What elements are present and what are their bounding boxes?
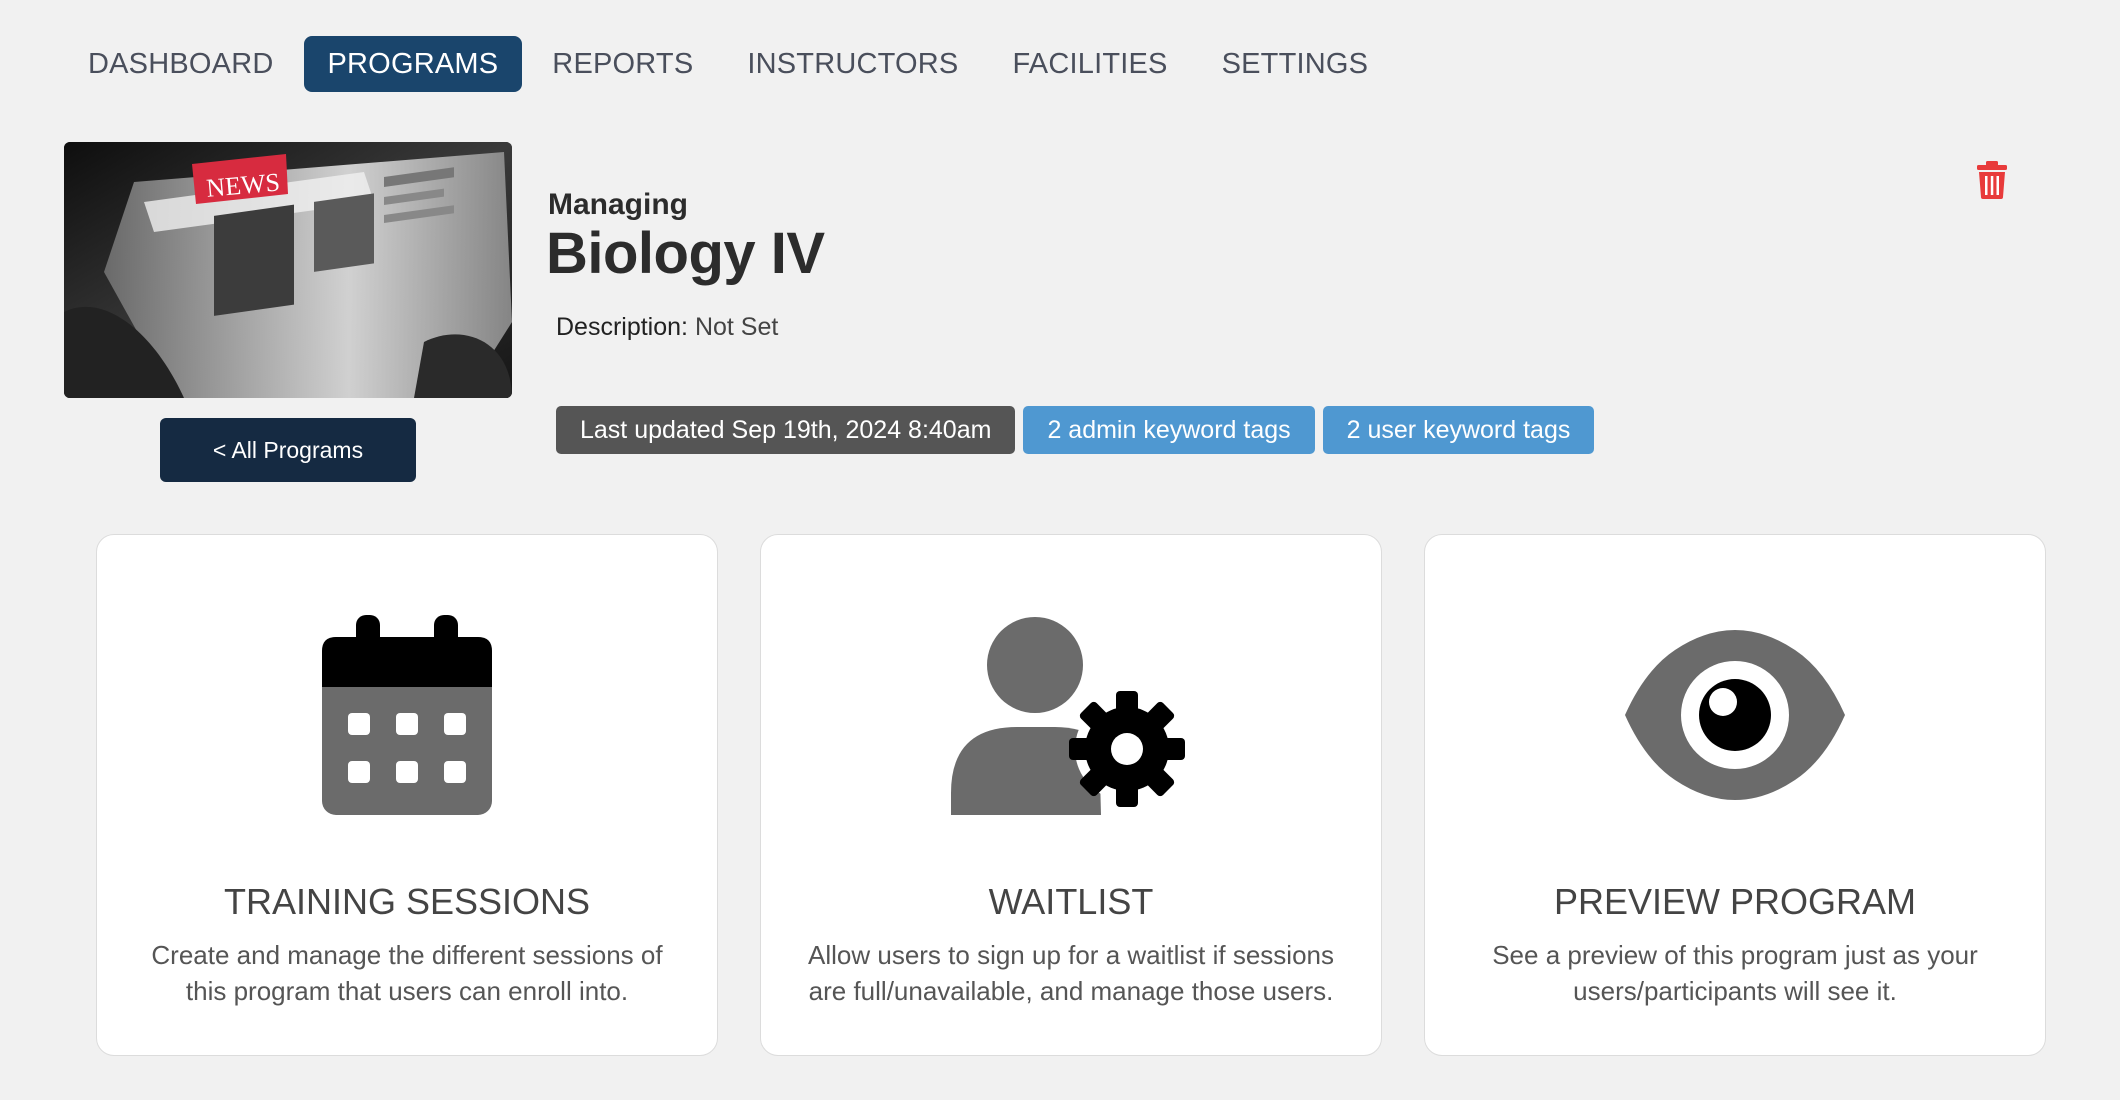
nav-reports[interactable]: REPORTS — [528, 36, 717, 92]
main-nav: DASHBOARD PROGRAMS REPORTS INSTRUCTORS F… — [64, 36, 1398, 92]
card-title: TRAINING SESSIONS — [223, 881, 591, 922]
waitlist-card[interactable]: WAITLIST Allow users to sign up for a wa… — [760, 534, 1382, 1056]
card-title: PREVIEW PROGRAM — [1553, 881, 1917, 922]
eye-icon — [1425, 615, 2045, 815]
nav-dashboard[interactable]: DASHBOARD — [64, 36, 298, 92]
trash-icon[interactable] — [1976, 160, 2008, 200]
program-thumbnail: NEWS — [64, 142, 512, 398]
calendar-icon — [97, 615, 717, 815]
user-gear-icon — [761, 615, 1381, 815]
managing-label: Managing — [548, 188, 688, 221]
description: Description: Not Set — [556, 313, 778, 342]
admin-keyword-tags-button[interactable]: 2 admin keyword tags — [1023, 406, 1315, 454]
nav-settings[interactable]: SETTINGS — [1198, 36, 1393, 92]
tag-row: Last updated Sep 19th, 2024 8:40am 2 adm… — [556, 406, 1595, 454]
user-keyword-tags-button[interactable]: 2 user keyword tags — [1322, 406, 1595, 454]
last-updated-badge: Last updated Sep 19th, 2024 8:40am — [556, 406, 1016, 454]
card-title: WAITLIST — [988, 881, 1154, 922]
nav-instructors[interactable]: INSTRUCTORS — [723, 36, 982, 92]
description-value: Not Set — [694, 313, 779, 341]
all-programs-button[interactable]: < All Programs — [160, 418, 416, 482]
card-description: Create and manage the different sessions… — [151, 940, 663, 1006]
training-sessions-card[interactable]: TRAINING SESSIONS Create and manage the … — [96, 534, 718, 1056]
description-label: Description: — [556, 313, 688, 341]
nav-facilities[interactable]: FACILITIES — [988, 36, 1191, 92]
card-description: Allow users to sign up for a waitlist if… — [808, 940, 1334, 1006]
preview-program-card[interactable]: PREVIEW PROGRAM See a preview of this pr… — [1424, 534, 2046, 1056]
card-description: See a preview of this program just as yo… — [1492, 940, 1978, 1006]
nav-programs[interactable]: PROGRAMS — [303, 36, 523, 92]
page-title: Biology IV — [546, 221, 825, 286]
